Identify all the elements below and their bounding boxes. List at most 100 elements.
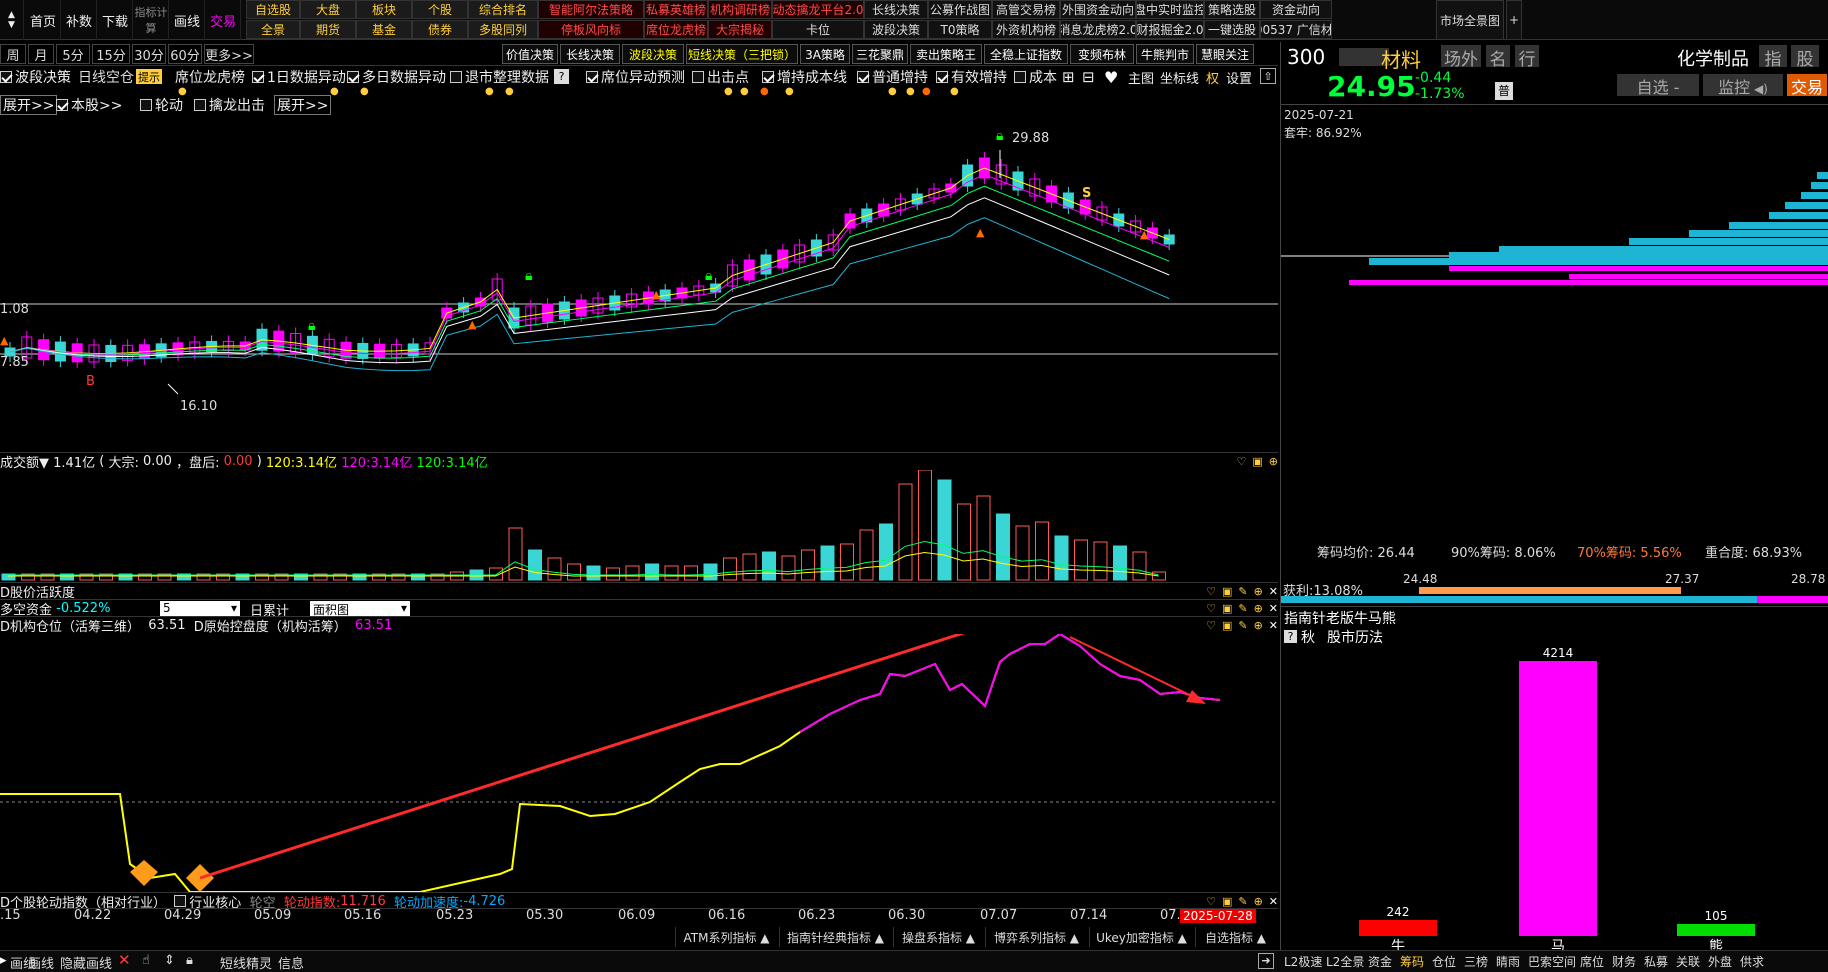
- tool-icon[interactable]: ✎: [1238, 619, 1247, 632]
- save-icon[interactable]: ▣: [1252, 455, 1262, 468]
- delete-icon[interactable]: ✕: [118, 951, 131, 969]
- main-chart-button[interactable]: 主图: [1128, 67, 1154, 87]
- hold-cost-toggle[interactable]: 增持成本线: [762, 67, 847, 87]
- strategy-tab-5[interactable]: 三花聚鼎: [852, 44, 908, 64]
- heart-outline-icon[interactable]: ♡: [1206, 585, 1216, 598]
- attack-checkbox[interactable]: [692, 71, 704, 83]
- indicator-menu-5[interactable]: 自选指标 ▲: [1195, 927, 1275, 947]
- monitor-button[interactable]: 监控 ◀): [1703, 74, 1783, 97]
- right-tab-5[interactable]: 三榜: [1464, 953, 1488, 970]
- close-icon[interactable]: ✕: [1269, 585, 1278, 598]
- right-tab-12[interactable]: 外盘: [1708, 953, 1732, 970]
- timeframe-tab-6[interactable]: 更多>>: [204, 44, 254, 64]
- menu-item-9[interactable]: 长线决策: [864, 0, 928, 19]
- tool-icon[interactable]: ✎: [1238, 602, 1247, 615]
- menu-item-10[interactable]: 公募作战图: [928, 0, 992, 19]
- heart-outline-icon[interactable]: ♡: [1237, 455, 1247, 468]
- delist-data-toggle[interactable]: 退市整理数据: [450, 67, 549, 87]
- nav-indicator-calc-button[interactable]: 指标计算: [134, 0, 169, 40]
- period-select[interactable]: 5 ▾: [160, 601, 240, 616]
- menu-item-8[interactable]: 动态擒龙平台2.0: [772, 0, 864, 19]
- minus-square-icon[interactable]: ⊟: [1082, 67, 1095, 87]
- menu-item-row2-7[interactable]: 大宗揭秘: [708, 20, 772, 39]
- menu-item-row2-10[interactable]: T0策略: [928, 20, 992, 39]
- right-tab-9[interactable]: 财务: [1612, 953, 1636, 970]
- hide-drawing-button[interactable]: 隐藏画线: [60, 953, 112, 972]
- industry-tag[interactable]: 行: [1515, 45, 1539, 70]
- help-icon[interactable]: ?: [554, 69, 569, 84]
- zoom-icon[interactable]: ⊕: [1254, 895, 1263, 908]
- menu-item-13[interactable]: 盘中实时监控: [1136, 0, 1204, 19]
- menu-item-4[interactable]: 综合排名: [468, 0, 538, 19]
- cost-checkbox[interactable]: [1014, 71, 1026, 83]
- industry-core-checkbox[interactable]: [174, 895, 187, 907]
- menu-item-row2-1[interactable]: 期货: [300, 20, 356, 39]
- valid-add-checkbox[interactable]: [936, 71, 948, 83]
- right-tab-3[interactable]: 筹码: [1400, 953, 1424, 970]
- triangle-right-icon[interactable]: ▸: [0, 953, 7, 968]
- menu-item-row2-15[interactable]: 300537 广信材料: [1260, 20, 1332, 39]
- index-tag-button[interactable]: 指: [1759, 45, 1787, 70]
- menu-item-2[interactable]: 板块: [356, 0, 412, 19]
- dragon-checkbox[interactable]: [194, 99, 206, 111]
- expand-button-1[interactable]: 展开>>: [0, 95, 58, 115]
- plus-square-icon[interactable]: ⊞: [1062, 67, 1075, 87]
- hand-icon[interactable]: ☝: [142, 953, 150, 968]
- move-icon[interactable]: ⇕: [164, 953, 175, 968]
- indicator-3-title[interactable]: D机构仓位（活筹三维）: [0, 616, 140, 635]
- delist-checkbox[interactable]: [450, 71, 462, 83]
- this-stock-toggle[interactable]: 本股>>: [56, 95, 122, 115]
- hold-cost-checkbox[interactable]: [762, 71, 774, 83]
- right-tab-11[interactable]: 关联: [1676, 953, 1700, 970]
- add-tab-button[interactable]: +: [1506, 0, 1522, 40]
- strategy-tab-7[interactable]: 全稳上证指数: [984, 44, 1068, 64]
- normal-add-checkbox[interactable]: [857, 71, 869, 83]
- timeframe-tab-5[interactable]: 60分: [168, 44, 202, 64]
- timeframe-tab-2[interactable]: 5分: [56, 44, 90, 64]
- right-tab-8[interactable]: 席位: [1580, 953, 1604, 970]
- save-icon[interactable]: ▣: [1222, 602, 1232, 615]
- indicator-menu-0[interactable]: ATM系列指标 ▲: [675, 927, 777, 947]
- timeframe-tab-3[interactable]: 15分: [92, 44, 130, 64]
- timeframe-tab-4[interactable]: 30分: [132, 44, 166, 64]
- timeframe-tab-1[interactable]: 月: [28, 44, 54, 64]
- save-icon[interactable]: ▣: [1222, 895, 1232, 908]
- right-tab-10[interactable]: 私募: [1644, 953, 1668, 970]
- name-tag[interactable]: 名: [1486, 45, 1510, 70]
- zoom-icon[interactable]: ⊕: [1254, 619, 1263, 632]
- rotate-checkbox[interactable]: [140, 99, 152, 111]
- draw-button[interactable]: 画线: [28, 953, 54, 972]
- strategy-tab-4[interactable]: 3A策略: [800, 44, 850, 64]
- menu-item-0[interactable]: 自选股: [246, 0, 300, 19]
- menu-item-row2-4[interactable]: 多股同列: [468, 20, 538, 39]
- strategy-tab-1[interactable]: 长线决策: [560, 44, 620, 64]
- seat-dragon-label[interactable]: 席位龙虎榜: [175, 67, 245, 87]
- nav-fill-data-button[interactable]: 补数: [62, 0, 97, 40]
- menu-item-12[interactable]: 外围资金动向: [1060, 0, 1136, 19]
- institution-position-line-chart[interactable]: [0, 634, 1278, 892]
- settings-button[interactable]: 设置: [1226, 67, 1252, 87]
- hint-badge[interactable]: 提示: [136, 69, 162, 84]
- menu-item-3[interactable]: 个股: [412, 0, 468, 19]
- strategy-tab-10[interactable]: 慧眼关注: [1196, 44, 1254, 64]
- offmarket-tag[interactable]: 场外: [1441, 45, 1481, 70]
- right-tab-0[interactable]: L2极速: [1284, 953, 1322, 970]
- right-tab-6[interactable]: 睛雨: [1496, 953, 1520, 970]
- d1-checkbox[interactable]: [252, 71, 264, 83]
- menu-item-6[interactable]: 私募英雄榜: [644, 0, 708, 19]
- strategy-tab-0[interactable]: 价值决策: [502, 44, 558, 64]
- trade-button[interactable]: 交易: [1787, 74, 1827, 97]
- lock-icon[interactable]: 🔒︎: [186, 953, 193, 968]
- timeframe-tab-0[interactable]: 周: [0, 44, 26, 64]
- short-line-elf-button[interactable]: 短线精灵: [220, 953, 272, 972]
- market-overview-button[interactable]: 市场全景图: [1436, 0, 1504, 40]
- arrow-up-icon[interactable]: ▲: [8, 10, 15, 20]
- right-tab-2[interactable]: 资金: [1368, 953, 1392, 970]
- right-tab-7[interactable]: 巴索空间: [1528, 953, 1576, 970]
- indicator-menu-1[interactable]: 指南针经典指标 ▲: [779, 927, 891, 947]
- info-button[interactable]: 信息: [278, 953, 304, 972]
- close-icon[interactable]: ✕: [1269, 619, 1278, 632]
- zoom-icon[interactable]: ⊕: [1254, 585, 1263, 598]
- attack-point-toggle[interactable]: 出击点: [692, 67, 749, 87]
- menu-item-15[interactable]: 资金动向: [1260, 0, 1332, 19]
